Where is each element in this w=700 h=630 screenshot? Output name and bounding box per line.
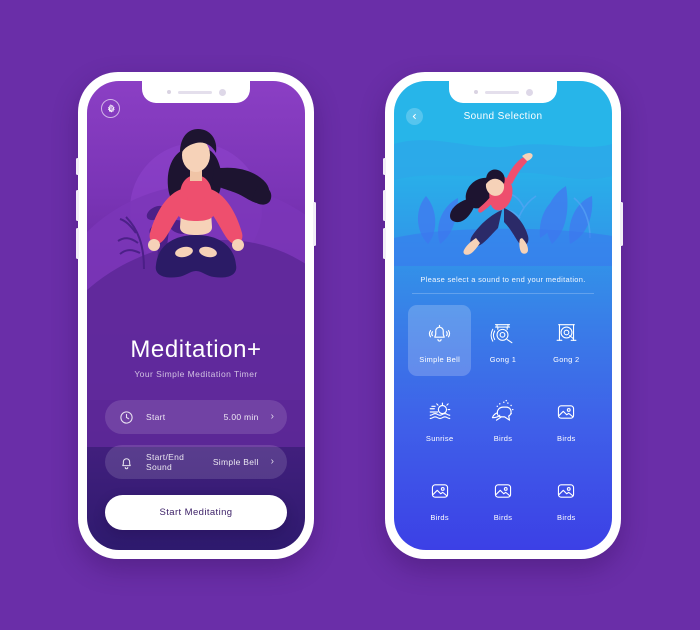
sound-option-birds-2[interactable]: Birds — [535, 384, 598, 455]
sound-option-simple-bell[interactable]: Simple Bell — [408, 305, 472, 376]
bell-icon — [425, 318, 455, 348]
gear-icon — [107, 103, 115, 112]
meditating-woman-illustration — [117, 129, 272, 278]
sunrise-icon — [425, 397, 455, 427]
image-placeholder-icon — [425, 476, 455, 506]
proximity-sensor-icon — [218, 88, 226, 96]
instruction-text: Please select a sound to end your medita… — [420, 275, 586, 284]
sound-option-label: Birds — [557, 512, 576, 522]
mute-switch[interactable] — [76, 158, 79, 175]
sound-option-birds-3[interactable]: Birds — [408, 463, 471, 534]
power-button[interactable] — [620, 202, 623, 246]
power-button[interactable] — [313, 202, 316, 246]
sound-option-birds-1[interactable]: Birds — [471, 384, 534, 455]
gong-icon — [488, 318, 518, 348]
sound-options-grid: Simple Bell Gong 1 Gong 2 Sunrise Birds … — [408, 305, 598, 534]
volume-up-button[interactable] — [76, 190, 79, 221]
sound-option-gong-2[interactable]: Gong 2 — [535, 305, 598, 376]
start-end-sound-value: Simple Bell — [212, 457, 259, 467]
start-timer-row[interactable]: Start 5.00 min › — [105, 400, 287, 434]
sound-option-label: Birds — [430, 512, 449, 522]
device-notch — [449, 81, 557, 103]
page-title: Meditation+ — [130, 336, 262, 363]
clock-icon — [118, 409, 135, 426]
volume-down-button[interactable] — [383, 228, 386, 259]
sound-option-label: Birds — [557, 433, 576, 443]
home-content: Meditation+ Your Simple Meditation Timer… — [87, 336, 305, 550]
device-notch — [142, 81, 250, 103]
sound-option-label: Birds — [493, 512, 513, 522]
image-placeholder-icon — [551, 397, 581, 427]
page-title: Sound Selection — [463, 110, 543, 122]
bird-icon — [488, 397, 518, 427]
start-timer-label: Start — [146, 412, 166, 422]
image-placeholder-icon — [551, 476, 581, 506]
start-timer-value: 5.00 min — [223, 412, 259, 422]
speaker-grill — [177, 90, 212, 94]
sound-option-label: Birds — [493, 433, 513, 443]
start-meditating-label: Start Meditating — [159, 507, 233, 518]
yoga-woman-illustration — [394, 126, 612, 266]
speaker-grill — [484, 90, 519, 94]
sound-option-label: Simple Bell — [419, 354, 461, 364]
start-end-sound-label: Start/End Sound — [146, 452, 185, 472]
chevron-right-icon: › — [270, 411, 274, 422]
settings-button[interactable] — [101, 99, 120, 118]
sound-option-birds-4[interactable]: Birds — [471, 463, 534, 534]
back-button[interactable] — [406, 107, 423, 125]
phone-device-right: Sound Selection Please select a sound to… — [383, 72, 623, 559]
screenshot-stage: Meditation+ Your Simple Meditation Timer… — [0, 0, 700, 630]
volume-down-button[interactable] — [76, 228, 79, 259]
camera-icon — [166, 90, 171, 94]
mute-switch[interactable] — [383, 158, 386, 175]
sound-option-gong-1[interactable]: Gong 1 — [471, 305, 534, 376]
bell-icon — [118, 454, 135, 471]
gong-square-icon — [551, 318, 581, 348]
sound-option-birds-5[interactable]: Birds — [535, 463, 598, 534]
image-placeholder-icon — [488, 476, 518, 506]
screen-header: Sound Selection — [394, 105, 612, 127]
sound-option-label: Gong 2 — [553, 354, 580, 364]
phone-device-left: Meditation+ Your Simple Meditation Timer… — [76, 72, 316, 559]
sound-option-label: Sunrise — [425, 433, 454, 443]
meditation-home-screen: Meditation+ Your Simple Meditation Timer… — [87, 81, 305, 550]
sound-option-sunrise[interactable]: Sunrise — [408, 384, 471, 455]
section-divider — [412, 293, 594, 294]
chevron-left-icon — [412, 113, 416, 119]
page-subtitle: Your Simple Meditation Timer — [134, 369, 258, 379]
proximity-sensor-icon — [525, 88, 533, 96]
start-end-sound-row[interactable]: Start/End Sound Simple Bell › — [105, 445, 287, 479]
chevron-right-icon: › — [270, 456, 274, 467]
sound-selection-screen: Sound Selection Please select a sound to… — [394, 81, 612, 550]
sound-option-label: Gong 1 — [489, 354, 517, 364]
volume-up-button[interactable] — [383, 190, 386, 221]
start-meditating-button[interactable]: Start Meditating — [105, 495, 287, 530]
camera-icon — [473, 90, 478, 94]
